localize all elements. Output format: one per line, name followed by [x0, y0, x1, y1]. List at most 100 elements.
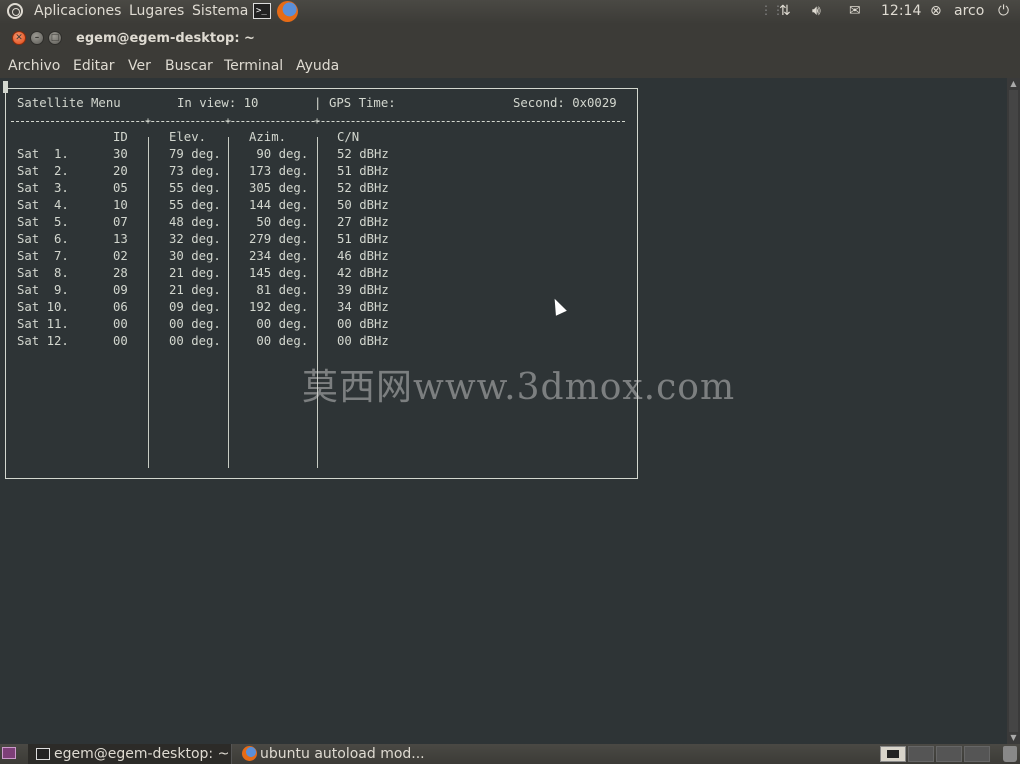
- sat-id: 02: [113, 249, 128, 263]
- workspace-3[interactable]: [936, 746, 962, 762]
- minimize-button[interactable]: –: [30, 31, 44, 45]
- menubar: Archivo Editar Ver Buscar Terminal Ayuda: [0, 54, 1020, 78]
- sat-name: Sat 9.: [17, 283, 69, 297]
- satellite-menu-box: [5, 88, 638, 479]
- menu-archivo[interactable]: Archivo: [8, 58, 60, 74]
- show-desktop-icon[interactable]: [2, 747, 16, 759]
- top-panel: Aplicaciones Lugares Sistema >_ ⋮⋮ ⇅ 🔊︎ …: [0, 0, 1020, 24]
- sat-elev: 73 deg.: [169, 164, 221, 178]
- terminal-launcher-icon[interactable]: >_: [253, 3, 271, 19]
- sat-cn: 34 dBHz: [337, 300, 389, 314]
- window-titlebar[interactable]: ✕ – □ egem@egem-desktop: ~: [0, 24, 1020, 54]
- sat-cn: 39 dBHz: [337, 283, 389, 297]
- second-label: Second: 0x0029: [513, 96, 617, 110]
- ubuntu-logo-icon[interactable]: [7, 3, 23, 19]
- power-icon[interactable]: ⏻: [998, 3, 1009, 19]
- sat-elev: 21 deg.: [169, 283, 221, 297]
- sat-name: Sat 2.: [17, 164, 69, 178]
- sat-azim: 279 deg.: [249, 232, 309, 246]
- sat-cn: 51 dBHz: [337, 164, 389, 178]
- sat-azim: 81 deg.: [249, 283, 309, 297]
- trash-icon[interactable]: [1003, 746, 1017, 762]
- sat-id: 07: [113, 215, 128, 229]
- sat-name: Sat 11.: [17, 317, 69, 331]
- sat-name: Sat 6.: [17, 232, 69, 246]
- menu-ayuda[interactable]: Ayuda: [296, 58, 339, 74]
- col-header-azim: Azim.: [249, 130, 287, 144]
- user-status-icon[interactable]: ⊗: [930, 3, 942, 19]
- sat-azim: 90 deg.: [249, 147, 309, 161]
- sat-cn: 50 dBHz: [337, 198, 389, 212]
- sat-id: 09: [113, 283, 128, 297]
- column-separator: [317, 137, 318, 468]
- divider-junction: +: [225, 116, 232, 127]
- scroll-track[interactable]: [1009, 90, 1018, 732]
- column-separator: [228, 137, 229, 468]
- close-button[interactable]: ✕: [12, 31, 26, 45]
- sat-id: 05: [113, 181, 128, 195]
- sat-cn: 42 dBHz: [337, 266, 389, 280]
- in-view-label: In view: 10: [177, 96, 259, 110]
- scroll-up-icon[interactable]: ▲: [1007, 78, 1020, 90]
- sat-name: Sat 10.: [17, 300, 69, 314]
- sat-cn: 00 dBHz: [337, 334, 389, 348]
- volume-icon[interactable]: 🔊︎: [812, 3, 821, 19]
- sat-elev: 00 deg.: [169, 317, 221, 331]
- col-header-id: ID: [113, 130, 128, 144]
- sat-id: 10: [113, 198, 128, 212]
- user-name[interactable]: arco: [954, 3, 984, 19]
- sat-cn: 51 dBHz: [337, 232, 389, 246]
- sat-azim: 00 deg.: [249, 334, 309, 348]
- task-firefox-label: ubuntu autoload mod...: [260, 746, 425, 762]
- sat-id: 30: [113, 147, 128, 161]
- sat-elev: 55 deg.: [169, 181, 221, 195]
- sat-id: 00: [113, 334, 128, 348]
- sat-cn: 27 dBHz: [337, 215, 389, 229]
- task-firefox[interactable]: ubuntu autoload mod...: [234, 744, 434, 764]
- sat-name: Sat 4.: [17, 198, 69, 212]
- sat-azim: 00 deg.: [249, 317, 309, 331]
- terminal-scrollbar[interactable]: ▲ ▼: [1007, 78, 1020, 744]
- header-separator: |: [314, 96, 322, 110]
- sat-azim: 305 deg.: [249, 181, 309, 195]
- workspace-1[interactable]: [880, 746, 906, 762]
- sat-id: 13: [113, 232, 128, 246]
- col-header-cn: C/N: [337, 130, 360, 144]
- sat-id: 28: [113, 266, 128, 280]
- menu-lugares[interactable]: Lugares: [129, 3, 184, 19]
- sat-azim: 145 deg.: [249, 266, 309, 280]
- menu-sistema[interactable]: Sistema: [192, 3, 248, 19]
- menu-editar[interactable]: Editar: [73, 58, 114, 74]
- task-terminal[interactable]: egem@egem-desktop: ~: [28, 744, 232, 764]
- menu-ver[interactable]: Ver: [128, 58, 151, 74]
- maximize-button[interactable]: □: [48, 31, 62, 45]
- sat-id: 06: [113, 300, 128, 314]
- workspace-2[interactable]: [908, 746, 934, 762]
- menu-aplicaciones[interactable]: Aplicaciones: [34, 3, 121, 19]
- sat-azim: 234 deg.: [249, 249, 309, 263]
- network-icon[interactable]: ⇅: [779, 3, 791, 19]
- mail-icon[interactable]: ✉: [849, 3, 861, 19]
- sat-id: 20: [113, 164, 128, 178]
- sat-name: Sat 8.: [17, 266, 69, 280]
- bottom-panel: egem@egem-desktop: ~ ubuntu autoload mod…: [0, 744, 1020, 764]
- sat-cn: 46 dBHz: [337, 249, 389, 263]
- maximize-icon: □: [50, 33, 60, 43]
- menu-buscar[interactable]: Buscar: [165, 58, 213, 74]
- sat-name: Sat 5.: [17, 215, 69, 229]
- sat-elev: 21 deg.: [169, 266, 221, 280]
- close-icon: ✕: [15, 33, 23, 43]
- satellite-menu-title: Satellite Menu: [17, 96, 121, 110]
- scroll-down-icon[interactable]: ▼: [1007, 732, 1020, 744]
- firefox-launcher-icon[interactable]: [277, 1, 298, 22]
- sat-name: Sat 1.: [17, 147, 69, 161]
- column-separator: [148, 137, 149, 468]
- menu-terminal[interactable]: Terminal: [224, 58, 283, 74]
- clock[interactable]: 12:14: [881, 3, 921, 19]
- gps-time-label: GPS Time:: [329, 96, 396, 110]
- sat-azim: 144 deg.: [249, 198, 309, 212]
- window-title: egem@egem-desktop: ~: [76, 31, 255, 46]
- workspace-4[interactable]: [964, 746, 990, 762]
- sat-name: Sat 12.: [17, 334, 69, 348]
- divider-junction: +: [145, 116, 152, 127]
